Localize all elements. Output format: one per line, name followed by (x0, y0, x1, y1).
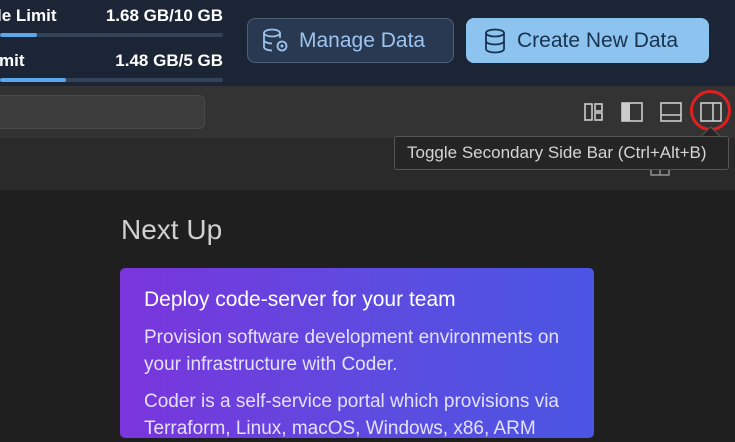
manage-data-label: Manage Data (299, 28, 426, 52)
usage-progress-bar (0, 78, 223, 82)
usage-progress-fill (0, 33, 38, 37)
storage-header: le Limit 1.68 GB/10 GB mit 1.48 GB/5 GB … (0, 0, 735, 86)
manage-data-button[interactable]: Manage Data (247, 18, 454, 63)
toggle-panel-icon[interactable] (658, 99, 684, 125)
create-new-data-button[interactable]: Create New Data (466, 18, 709, 63)
card-description: Coder is a self-service portal which pro… (144, 391, 559, 439)
card-description: Provision software development environme… (144, 327, 560, 375)
usage-label: le Limit (0, 6, 57, 25)
create-new-data-label: Create New Data (517, 28, 679, 52)
usage-label: mit (0, 51, 25, 70)
usage-value: 1.68 GB/10 GB (105, 6, 223, 25)
customize-layout-icon[interactable] (581, 99, 607, 125)
database-settings-icon (263, 28, 288, 51)
toggle-secondary-sidebar-icon[interactable] (698, 99, 724, 125)
walkthrough-card[interactable]: Deploy code-server for your team Provisi… (120, 268, 594, 439)
database-icon (485, 28, 505, 53)
data-limit-usage: mit 1.48 GB/5 GB (0, 51, 225, 85)
next-up-heading: Next Up (121, 214, 223, 245)
usage-progress-bar (0, 33, 223, 37)
command-center-search[interactable] (0, 95, 205, 129)
usage-progress-fill (0, 78, 66, 82)
file-limit-usage: le Limit 1.68 GB/10 GB (0, 6, 225, 40)
card-title: Deploy code-server for your team (144, 288, 456, 311)
tooltip: Toggle Secondary Side Bar (Ctrl+Alt+B) (394, 136, 729, 170)
toggle-primary-sidebar-icon[interactable] (619, 99, 645, 125)
usage-value: 1.48 GB/5 GB (115, 51, 223, 70)
